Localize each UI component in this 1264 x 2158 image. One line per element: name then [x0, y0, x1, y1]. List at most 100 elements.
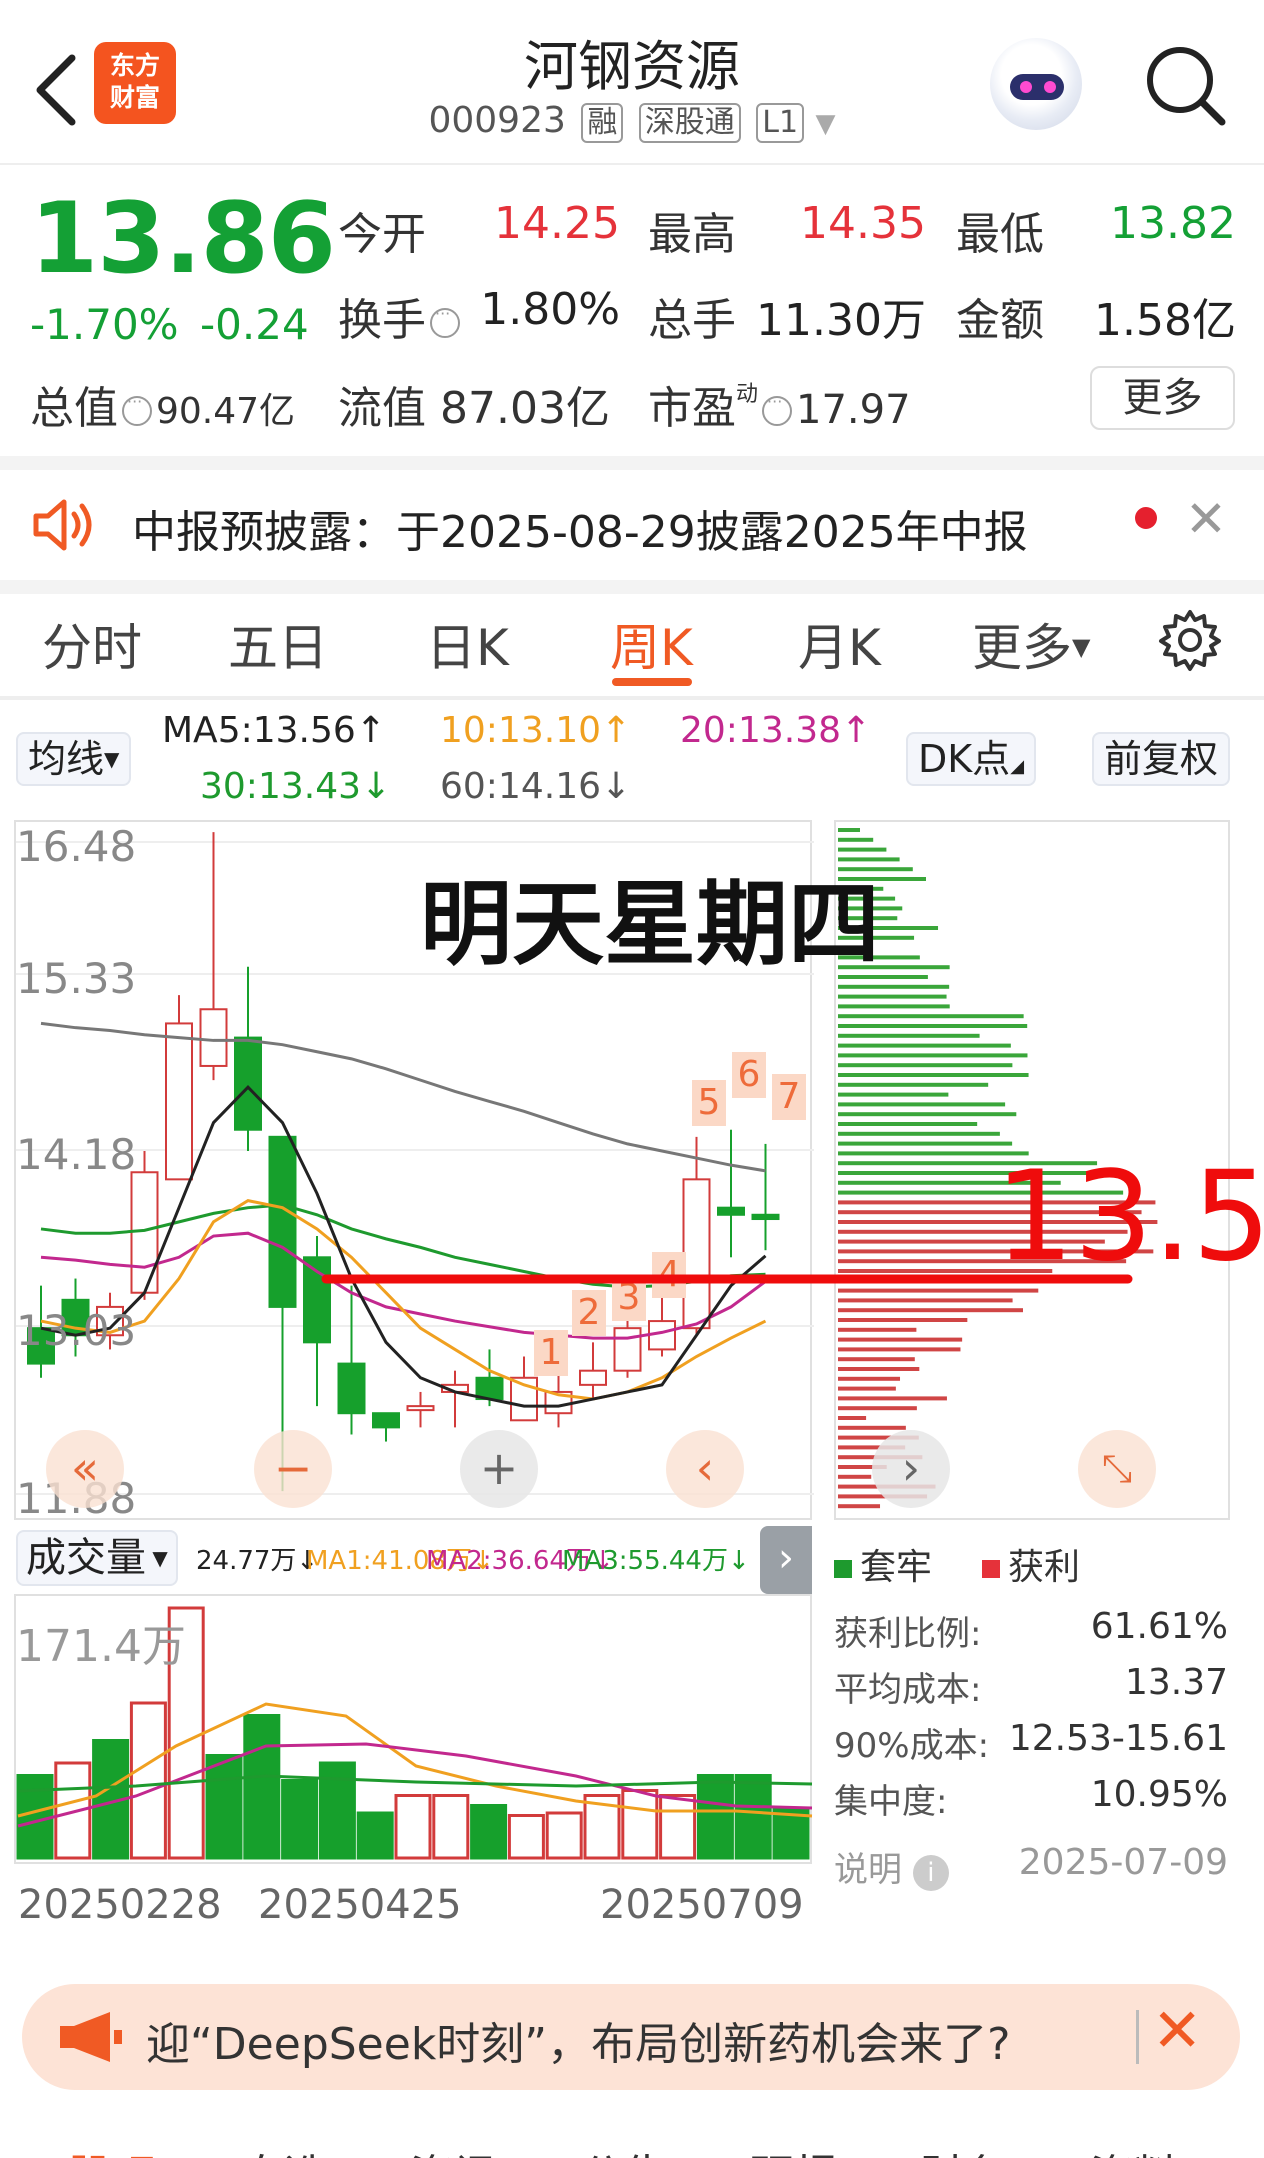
chip-bar: [838, 1102, 1006, 1107]
dropdown-triangle-icon: ▼: [146, 1546, 168, 1570]
settings-gear-icon[interactable]: [1158, 608, 1222, 672]
legend-swatch: [982, 1560, 1000, 1578]
legend-swatch: [834, 1560, 852, 1578]
ma-select[interactable]: 均线▼: [16, 732, 132, 786]
chip-bar: [838, 1504, 881, 1509]
zoom-out-icon[interactable]: −: [254, 1430, 332, 1508]
scroll-left-icon[interactable]: ‹: [666, 1430, 744, 1508]
chip-bar: [838, 837, 874, 842]
float-label: 流值 87.03亿: [338, 383, 610, 434]
notice-bar[interactable]: 中报预披露：于2025-08-29披露2025年中报: [0, 470, 1264, 580]
nav-announce[interactable]: 公告: [580, 2140, 668, 2158]
fullscreen-icon[interactable]: ⤡: [1078, 1430, 1156, 1508]
volume-value: 11.30万: [756, 295, 926, 346]
tab-weekly-k[interactable]: 周K: [610, 608, 693, 680]
close-icon[interactable]: ✕: [1185, 490, 1227, 548]
chip-bar: [838, 1406, 917, 1411]
pe-value: 17.97: [796, 387, 911, 433]
dropdown-triangle-icon[interactable]: ▼: [816, 109, 836, 139]
candle-body: [268, 1135, 297, 1308]
candle-body: [199, 1008, 228, 1067]
tab-more[interactable]: 更多▼: [972, 608, 1090, 680]
tab-timeshare[interactable]: 分时: [42, 608, 142, 680]
volume-bar: [621, 1789, 659, 1860]
expand-arrow-icon[interactable]: ›: [760, 1526, 812, 1594]
adjust-select[interactable]: 前复权: [1092, 732, 1231, 786]
info-dots-icon[interactable]: [122, 392, 152, 426]
candle-body: [751, 1213, 780, 1221]
nav-profile[interactable]: 资料: [1090, 2140, 1178, 2158]
turnover-value: 1.80%: [480, 284, 620, 335]
chart-next-icon[interactable]: ›: [872, 1430, 950, 1508]
scroll-left-fast-icon[interactable]: «: [46, 1430, 124, 1508]
high-label: 最高: [648, 209, 736, 260]
volume-ma3: MA3:55.44万↓: [562, 1546, 750, 1576]
header-bar: 东方 财富 河钢资源 000923 融 深股通 L1 ▼: [0, 0, 1264, 165]
divider: [0, 696, 1264, 700]
volume-label: 总手: [648, 295, 736, 346]
volume-bar: [734, 1774, 772, 1860]
signal-mark: 6: [732, 1052, 766, 1098]
candle-body: [165, 1022, 193, 1181]
pe-label[interactable]: 市盈动17.97: [648, 372, 911, 436]
volume-bar: [470, 1804, 508, 1860]
chip-bar: [838, 994, 947, 999]
info-dots-icon[interactable]: [762, 392, 793, 426]
nav-watchlist[interactable]: 自选: [240, 2140, 328, 2158]
chip-bar: [838, 1337, 963, 1342]
tag-level: L1: [756, 103, 805, 143]
chip-bar: [838, 1396, 947, 1401]
promo-banner[interactable]: 迎“DeepSeek时刻”，布局创新药机会来了? ✕: [22, 1984, 1240, 2090]
volume-current: 24.77万↓: [196, 1546, 319, 1576]
nav-guba[interactable]: 股吧: [68, 2140, 156, 2158]
signal-mark: 5: [692, 1080, 726, 1126]
search-icon[interactable]: [1140, 40, 1230, 130]
info-icon[interactable]: i: [912, 1855, 949, 1891]
nav-finance[interactable]: 财务: [920, 2140, 1008, 2158]
chip-bar: [838, 1033, 980, 1038]
explain-link[interactable]: 说明 i: [834, 1842, 949, 1891]
chip-bar: [838, 1318, 968, 1322]
change-percent: -1.70%: [30, 300, 179, 349]
dk-point-select[interactable]: DK点◢: [906, 732, 1037, 786]
volume-bar: [696, 1774, 734, 1860]
signal-mark: 1: [534, 1330, 568, 1376]
chip-bar: [838, 1327, 917, 1332]
robot-assistant-icon[interactable]: [990, 38, 1082, 130]
mktcap-label[interactable]: 总值90.47亿: [30, 372, 295, 436]
high-value: 14.35: [800, 198, 926, 249]
legend-trapped: 套牢: [834, 1538, 932, 1590]
low-label: 最低: [956, 209, 1044, 260]
chip-bar: [838, 1474, 872, 1479]
chip-bar: [838, 1308, 1023, 1313]
info-dots-icon[interactable]: [430, 304, 460, 338]
volume-bar: [281, 1779, 319, 1860]
active-tab-indicator: [612, 678, 692, 686]
candle-body: [613, 1327, 642, 1372]
change-amount: -0.24: [200, 300, 309, 349]
nav-news[interactable]: 资讯: [410, 2140, 498, 2158]
volume-bar: [545, 1811, 583, 1860]
tab-daily-k[interactable]: 日K: [426, 608, 509, 680]
volume-bar: [356, 1811, 394, 1860]
nav-research[interactable]: 研报: [750, 2140, 838, 2158]
divider: [0, 580, 1264, 594]
divider: [0, 456, 1264, 470]
stat-value: 12.53-15.61: [1008, 1718, 1228, 1759]
date-label: 20250425: [258, 1882, 462, 1928]
signal-mark: 2: [572, 1290, 606, 1336]
signal-mark: 7: [772, 1074, 806, 1120]
candle-body: [372, 1412, 400, 1429]
zoom-in-icon[interactable]: +: [460, 1430, 538, 1508]
candle-body: [682, 1178, 711, 1330]
candle-body: [579, 1369, 607, 1386]
more-quote-button[interactable]: 更多: [1090, 366, 1235, 430]
turnover-label[interactable]: 换手: [338, 284, 464, 348]
tab-five-day[interactable]: 五日: [228, 608, 328, 680]
volume-max-label: 171.4万: [16, 1621, 186, 1672]
volume-indicator-select[interactable]: 成交量 ▼: [16, 1530, 178, 1586]
annotation-price: 13.5: [995, 1145, 1264, 1289]
tab-monthly-k[interactable]: 月K: [798, 608, 881, 680]
close-icon[interactable]: ✕: [1152, 1996, 1202, 2066]
chip-bar: [838, 1112, 1017, 1117]
